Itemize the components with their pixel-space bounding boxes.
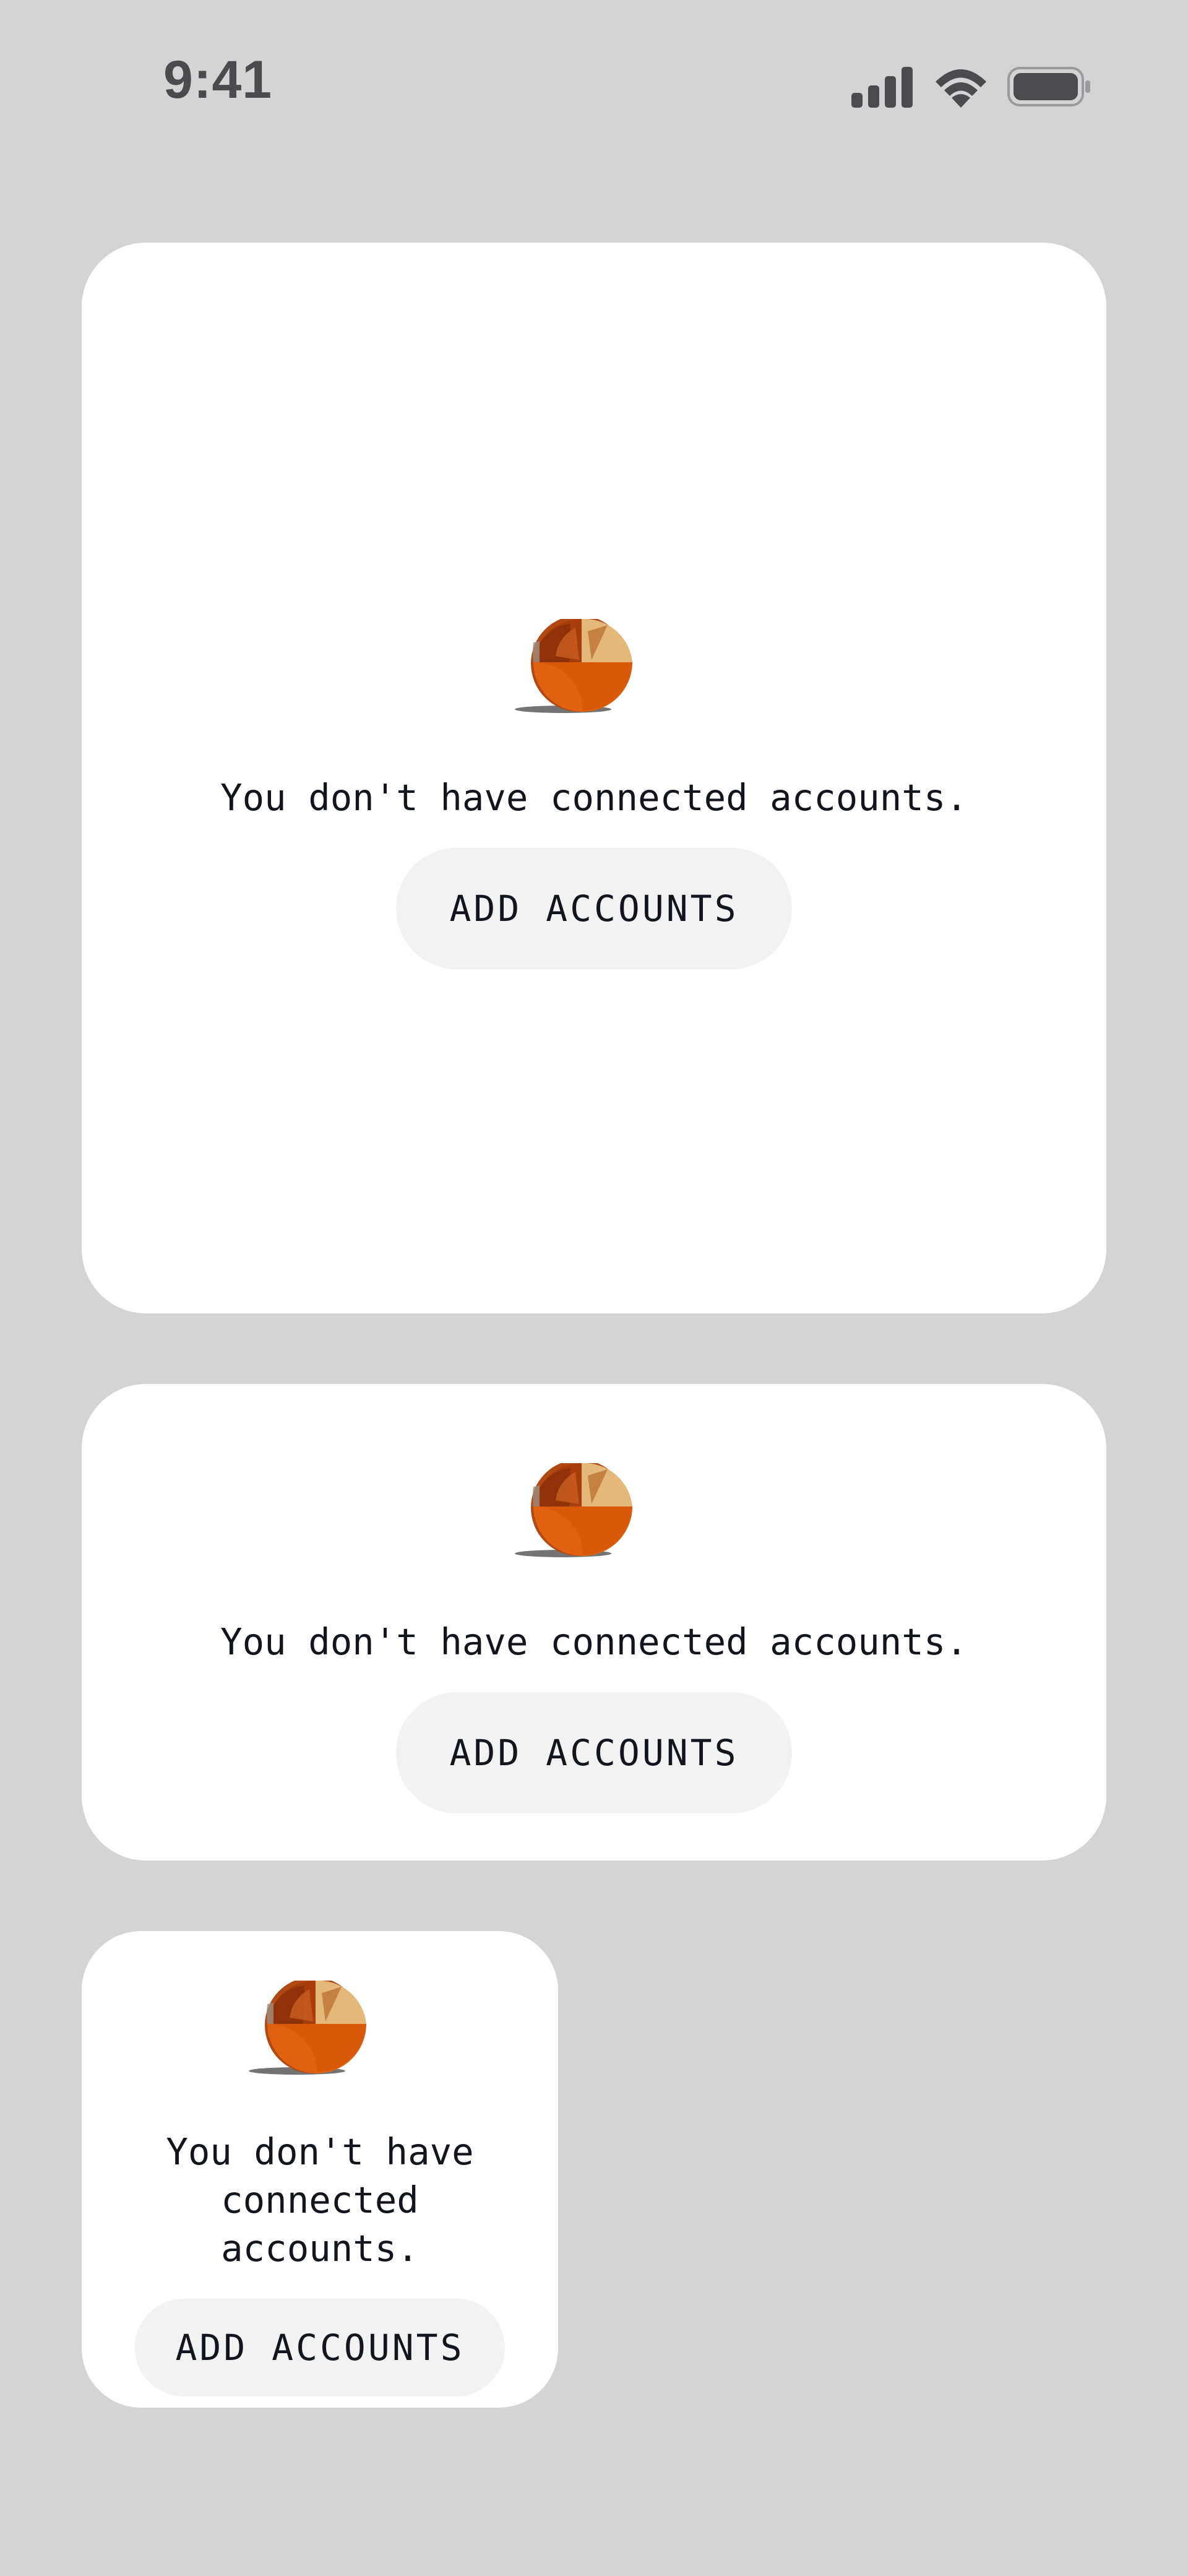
add-accounts-button[interactable]: ADD ACCOUNTS [396,848,792,969]
add-accounts-button[interactable]: ADD ACCOUNTS [135,2299,505,2397]
signal-icon [851,67,913,108]
coin-icon [515,1463,632,1557]
coin-icon [515,619,632,713]
status-bar: 9:41 [0,0,1188,179]
coin-icon [249,1981,366,2075]
battery-icon [1007,67,1090,106]
add-accounts-button[interactable]: ADD ACCOUNTS [396,1692,792,1813]
empty-state-message: You don't have connected accounts. [220,776,968,819]
medium-widget: You don't have connected accounts. ADD A… [82,1384,1106,1861]
empty-state-message: You don't have connected accounts. [166,2130,474,2270]
small-widget: You don't have connected accounts. ADD A… [82,1931,558,2408]
empty-state-message: You don't have connected accounts. [220,1620,968,1663]
status-time: 9:41 [163,50,273,110]
large-widget: You don't have connected accounts. ADD A… [82,243,1106,1313]
wifi-icon [936,69,986,108]
